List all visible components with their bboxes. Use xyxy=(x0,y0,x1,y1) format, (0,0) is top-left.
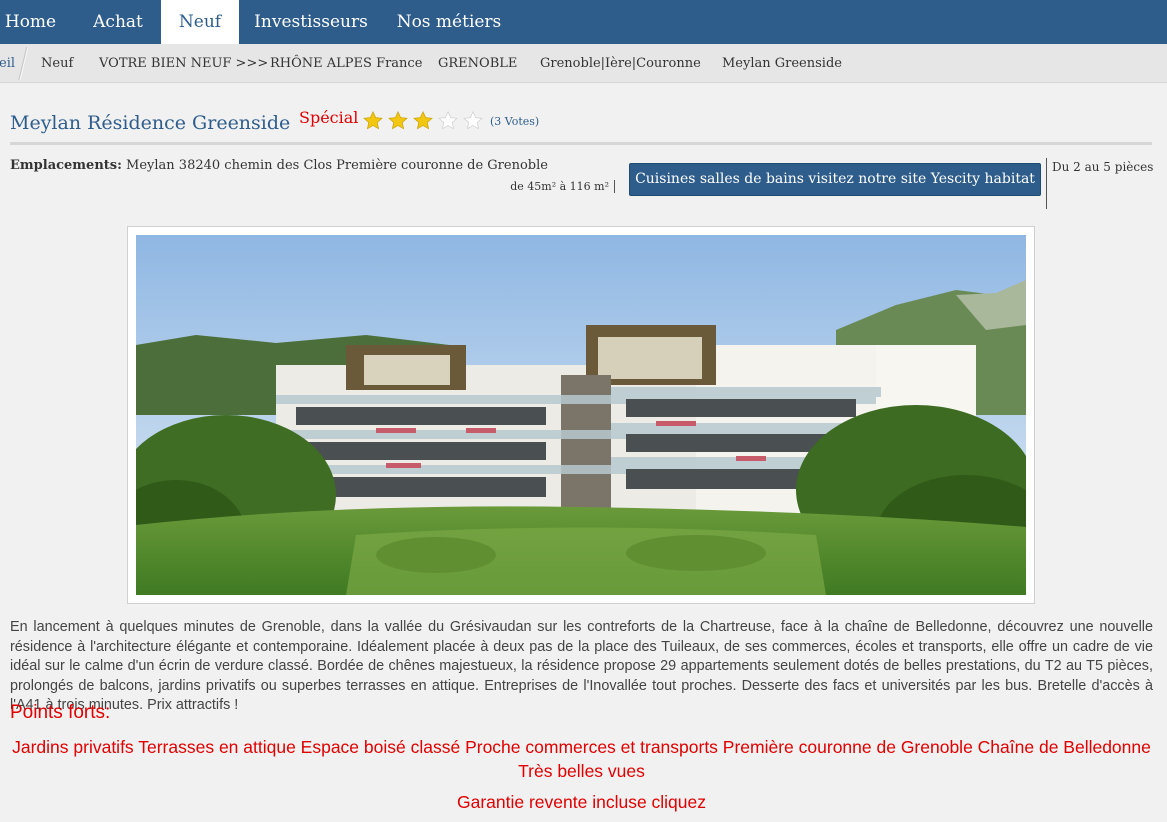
star-filled-icon[interactable] xyxy=(412,110,434,132)
breadcrumb-item-neuf[interactable]: Neuf xyxy=(41,44,73,83)
votes-count: (3 Votes) xyxy=(490,115,540,128)
title-divider xyxy=(10,142,1152,145)
points-forts-text: Jardins privatifs Terrasses en attique E… xyxy=(12,737,1151,781)
nav-item-neuf[interactable]: Neuf xyxy=(161,0,239,44)
breadcrumb-item-home[interactable]: eil xyxy=(0,44,15,83)
breadcrumb-item-meylan-greenside[interactable]: Meylan Greenside xyxy=(722,44,842,83)
photo-frame xyxy=(127,226,1035,604)
nav-item-investisseurs[interactable]: Investisseurs xyxy=(247,0,375,44)
location-line: Emplacements: Meylan 38240 chemin des Cl… xyxy=(10,158,548,173)
star-empty-icon[interactable] xyxy=(462,110,484,132)
page-title: Meylan Résidence Greenside xyxy=(10,112,291,134)
location-label: Emplacements: xyxy=(10,158,122,173)
special-badge: Spécial xyxy=(299,108,359,127)
building-photo[interactable] xyxy=(136,235,1026,595)
star-filled-icon[interactable] xyxy=(387,110,409,132)
info-divider xyxy=(1046,158,1047,209)
breadcrumb-separator xyxy=(18,46,28,81)
yescity-button[interactable]: Cuisines salles de bains visitez notre s… xyxy=(629,163,1041,196)
nav-item-home[interactable]: Home xyxy=(0,0,61,44)
breadcrumb: eil Neuf VOTRE BIEN NEUF >>> RHÔNE ALPES… xyxy=(0,44,1167,83)
breadcrumb-item-rhone-alpes[interactable]: RHÔNE ALPES France xyxy=(270,44,422,83)
rooms-range: Du 2 au 5 pièces xyxy=(1052,160,1154,174)
star-empty-icon[interactable] xyxy=(437,110,459,132)
nav-item-nos-metiers[interactable]: Nos métiers xyxy=(393,0,505,44)
points-forts-title: Points forts: xyxy=(10,702,111,723)
top-navigation: Home Achat Neuf Investisseurs Nos métier… xyxy=(0,0,1167,44)
listing-description: En lancement à quelques minutes de Greno… xyxy=(10,619,1153,713)
surface-range: de 45m² à 116 m² xyxy=(510,180,615,193)
breadcrumb-item-votre-bien-neuf[interactable]: VOTRE BIEN NEUF >>> xyxy=(99,44,268,83)
location-value: Meylan 38240 chemin des Clos Première co… xyxy=(126,158,548,173)
nav-item-achat[interactable]: Achat xyxy=(78,0,158,44)
breadcrumb-item-grenoble-couronne[interactable]: Grenoble|Ière|Couronne xyxy=(540,44,701,83)
star-filled-icon[interactable] xyxy=(362,110,384,132)
breadcrumb-item-grenoble[interactable]: GRENOBLE xyxy=(438,44,517,83)
garantie-revente-link[interactable]: Garantie revente incluse cliquez xyxy=(10,792,1153,813)
